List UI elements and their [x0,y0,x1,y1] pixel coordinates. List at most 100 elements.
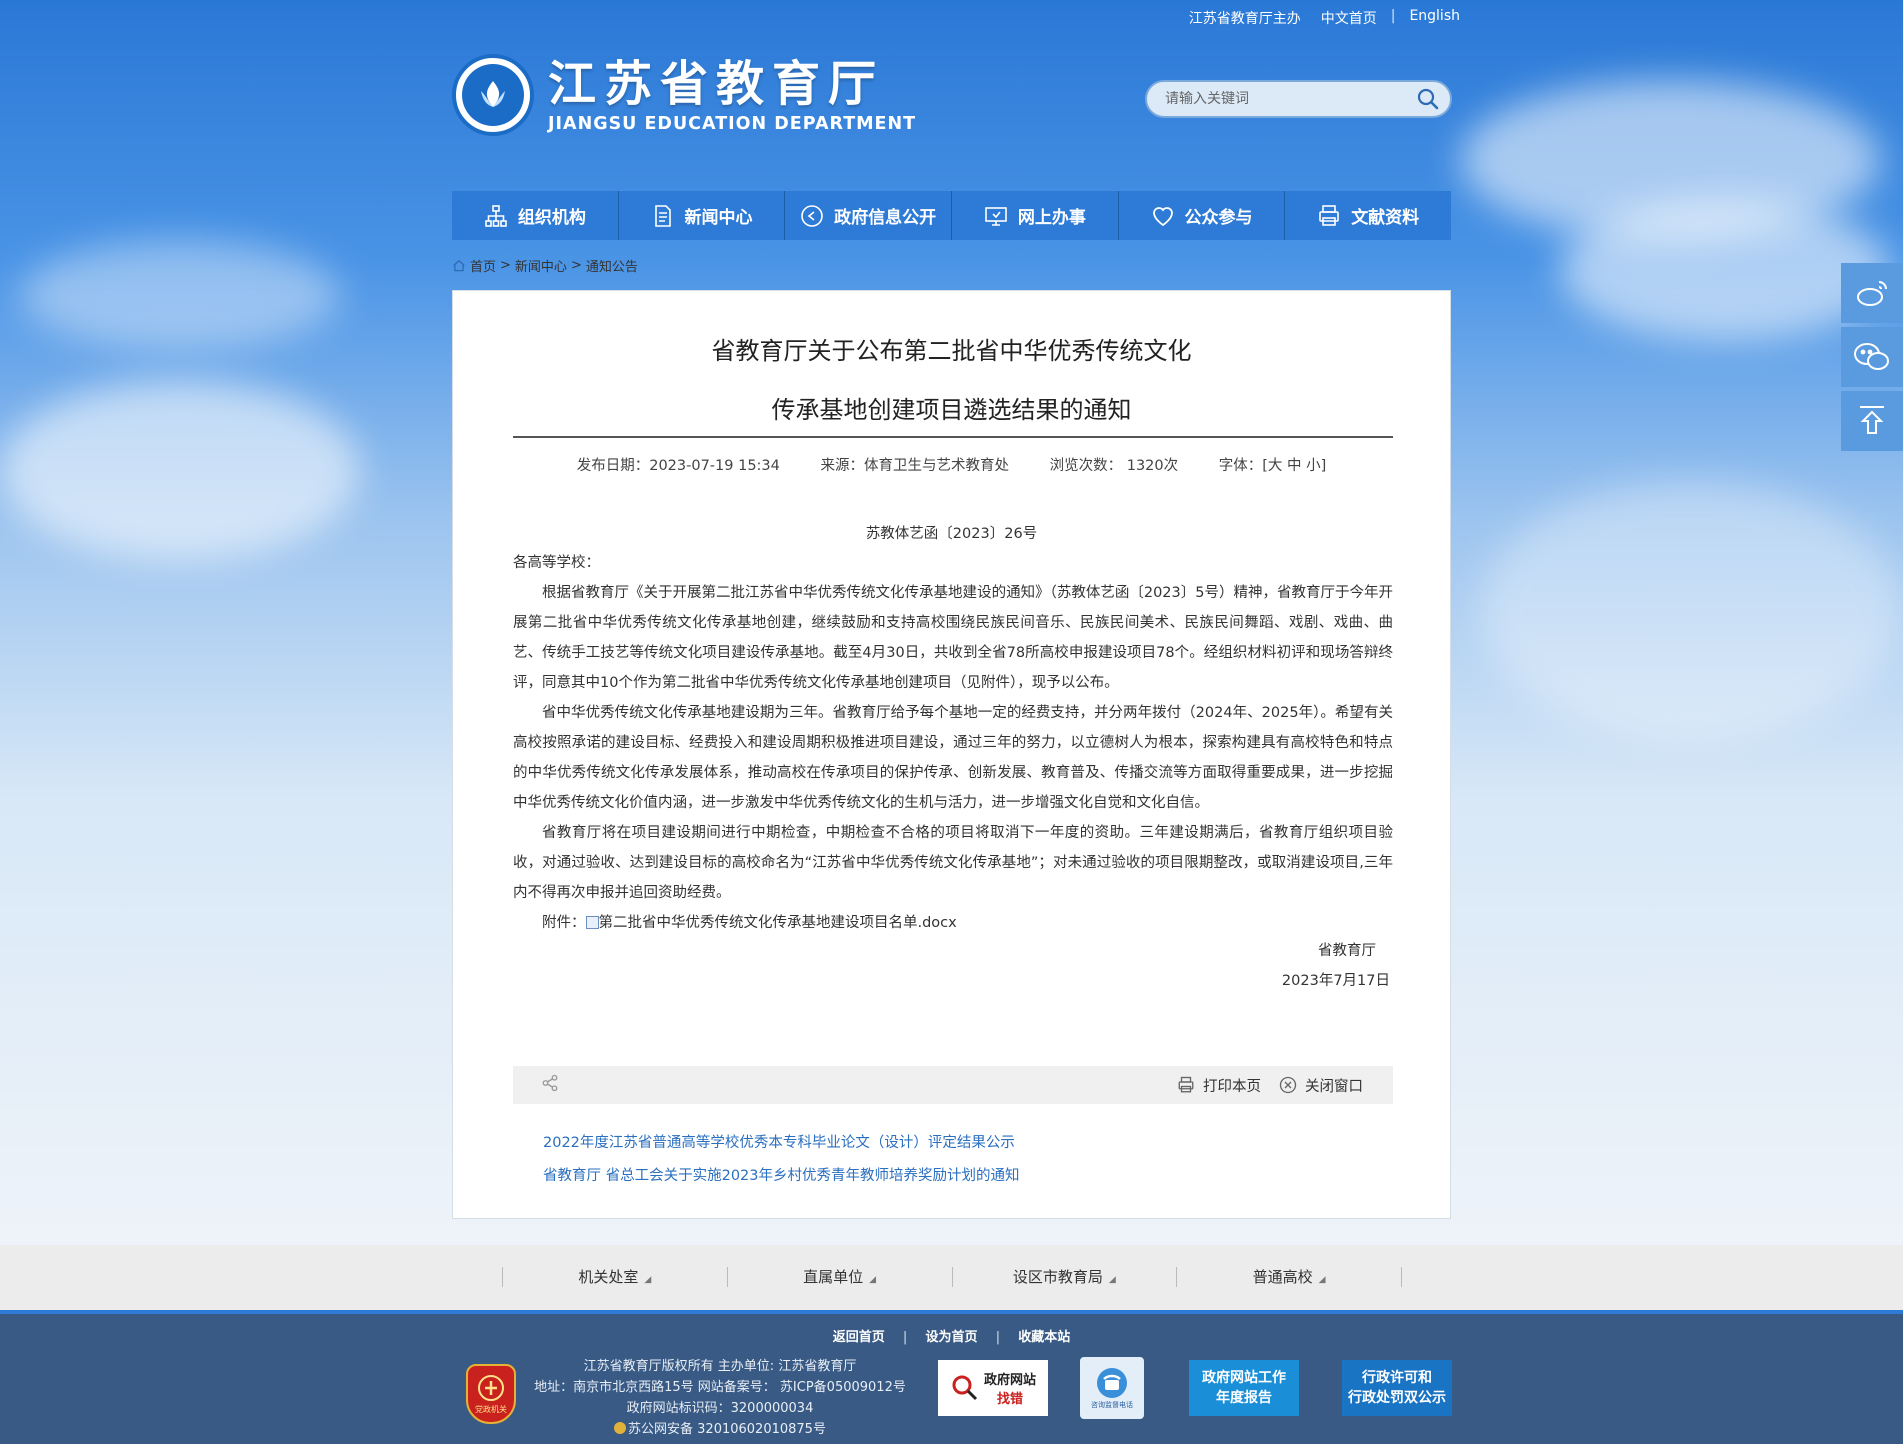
print-button[interactable]: 打印本页 [1177,1075,1261,1096]
wechat-button[interactable] [1841,327,1903,387]
related-link[interactable]: 省教育厅 省总工会关于实施2023年乡村优秀青年教师培养奖励计划的通知 [543,1164,1020,1185]
breadcrumb-sep: > [500,258,511,273]
nav-item-public[interactable]: 公众参与 [1119,191,1286,240]
party-gov-emblem[interactable]: 党政机关 [466,1364,516,1424]
nav-label: 公众参与 [1184,208,1253,228]
logo-emblem-icon [452,54,534,136]
attachment-label: 附件： [542,915,586,931]
publish-date: 发布日期：2023-07-19 15:34 [576,458,780,474]
cloud-decoration [20,240,340,350]
search-button[interactable] [1406,82,1450,116]
share-icon [542,1074,558,1092]
attachment-link[interactable]: 第二批省中华优秀传统文化传承基地建设项目名单.docx [599,915,957,931]
paragraph: 根据省教育厅《关于开展第二批江苏省中华优秀传统文化传承基地建设的通知》（苏教体艺… [513,585,1393,691]
separator: | [995,1330,1001,1345]
cloud-decoration [0,380,360,560]
signer: 省教育厅 [1318,943,1376,959]
nav-label: 新闻中心 [684,208,753,228]
site-footer: 返回首页 | 设为首页 | 收藏本站 党政机关 江苏省教育厅版权所有 主办单位: 江苏省… [0,1310,1903,1444]
footer-link-bar: 机关处室 ◢ 直属单位 ◢ 设区市教育局 ◢ 普通高校 ◢ [0,1245,1903,1310]
monitor-icon [985,206,1007,226]
cn-home-link[interactable]: 中文首页 [1321,8,1377,28]
salutation: 各高等学校： [513,555,600,571]
docx-file-icon [585,916,599,929]
nav-label: 网上办事 [1017,208,1086,228]
badge-text: 政府网站工作 [1202,1370,1286,1386]
footer-set-home[interactable]: 设为首页 [925,1330,977,1345]
site-id: 政府网站标识码：3200000034 [626,1401,814,1416]
related-link[interactable]: 2022年度江苏省普通高等学校优秀本专科毕业论文（设计）评定结果公示 [543,1131,1015,1152]
view-count: 浏览次数： 1320次 [1049,458,1179,474]
footer-link-label: 机关处室 [578,1268,639,1286]
badge-text: 政府网站 [983,1373,1036,1388]
org-chart-icon [485,204,507,227]
breadcrumb: 首页 > 新闻中心 > 通知公告 [452,256,638,275]
police-record: 苏公网安备 32010602010875号 [530,1419,910,1440]
footer-link-offices[interactable]: 机关处室 ◢ [502,1267,727,1287]
font-size-control[interactable]: 字体：[大 中 小] [1219,458,1327,474]
nav-item-online-service[interactable]: 网上办事 [952,191,1119,240]
dropdown-arrow-icon: ◢ [1318,1275,1326,1285]
footer-link-label: 设区市教育局 [1012,1268,1103,1286]
footer-link-label: 普通高校 [1252,1268,1313,1286]
separator: | [1390,8,1396,24]
article-body: 各高等学校： 根据省教育厅《关于开展第二批江苏省中华优秀传统文化传承基地建设的通… [513,548,1393,938]
cloud-decoration [1480,480,1900,740]
article-panel: 省教育厅关于公布第二批省中华优秀传统文化 传承基地创建项目遴选结果的通知 发布日… [452,290,1451,1219]
badge-text: 咨询监督电话 [1091,1401,1133,1409]
emblem-icon [478,1374,504,1401]
arrow-up-icon [1860,406,1884,434]
article-toolbar: 打印本页 关闭窗口 [513,1066,1393,1104]
nav-item-news[interactable]: 新闻中心 [619,191,786,240]
search-input[interactable] [1147,91,1406,107]
close-icon [1279,1076,1297,1094]
police-badge-icon [614,1422,627,1434]
report-error-badge[interactable]: 政府网站 找错 [938,1360,1048,1416]
nav-item-docs[interactable]: 文献资料 [1285,191,1451,240]
weibo-button[interactable] [1841,263,1903,323]
magnifier-icon [952,1375,978,1401]
article-title-line2: 传承基地创建项目遴选结果的通知 [771,396,1132,424]
footer-back-home[interactable]: 返回首页 [833,1330,885,1345]
badge-text: 找错 [996,1392,1023,1407]
badge-text: 行政许可和 [1362,1370,1432,1386]
document-number: 苏教体艺函〔2023〕26号 [865,526,1038,542]
nav-item-gov-info[interactable]: 政府信息公开 [785,191,953,240]
footer-bookmark[interactable]: 收藏本站 [1018,1330,1070,1345]
host-text: 江苏省教育厅主办 [1188,11,1301,27]
top-bar: 江苏省教育厅主办 中文首页 | English [1189,8,1460,28]
close-label: 关闭窗口 [1305,1078,1363,1095]
back-to-top-button[interactable] [1841,391,1903,451]
dropdown-arrow-icon: ◢ [1108,1275,1116,1285]
footer-info: 江苏省教育厅版权所有 主办单位: 江苏省教育厅 地址：南京市北京西路15号 网站… [530,1356,910,1440]
nav-item-org[interactable]: 组织机构 [452,191,619,240]
annual-report-badge[interactable]: 政府网站工作 年度报告 [1189,1360,1299,1416]
share-button[interactable] [541,1074,559,1096]
breadcrumb-news[interactable]: 新闻中心 [515,256,567,275]
nav-label: 组织机构 [517,208,586,228]
heart-icon [1152,206,1173,226]
breadcrumb-home[interactable]: 首页 [470,256,496,275]
footer-link-label: 直属单位 [803,1268,864,1286]
badge-text: 行政处罚双公示 [1348,1390,1446,1406]
logo-name-en: JIANGSU EDUCATION DEPARTMENT [548,114,917,134]
footer-link-affiliated[interactable]: 直属单位 ◢ [726,1267,952,1287]
attachment-row: 附件： 第二批省中华优秀传统文化传承基地建设项目名单.docx [513,908,1393,938]
separator: | [902,1330,908,1345]
hotline-badge[interactable]: 咨询监督电话 [1080,1357,1144,1419]
printer-icon [1319,204,1339,226]
breadcrumb-notice[interactable]: 通知公告 [586,256,638,275]
police-record-text: 苏公网安备 32010602010875号 [628,1422,826,1437]
footer-link-city-bureaus[interactable]: 设区市教育局 ◢ [951,1267,1177,1287]
footer-link-universities[interactable]: 普通高校 ◢ [1176,1267,1402,1287]
article-meta: 发布日期：2023-07-19 15:34 来源：体育卫生与艺术教育处 浏览次数… [453,454,1450,475]
wechat-icon [1854,343,1889,370]
close-window-button[interactable]: 关闭窗口 [1279,1075,1363,1096]
paragraph: 省教育厅将在项目建设期间进行中期检查，中期检查不合格的项目将取消下一年度的资助。… [513,825,1393,901]
article-title-line1: 省教育厅关于公布第二批省中华优秀传统文化 [711,337,1192,365]
english-link[interactable]: English [1409,8,1460,28]
sign-date: 2023年7月17日 [1281,973,1390,989]
double-publicity-badge[interactable]: 行政许可和 行政处罚双公示 [1342,1360,1452,1416]
site-logo[interactable]: 江苏省教育厅 JIANGSU EDUCATION DEPARTMENT [452,54,916,136]
title-divider [513,436,1393,438]
